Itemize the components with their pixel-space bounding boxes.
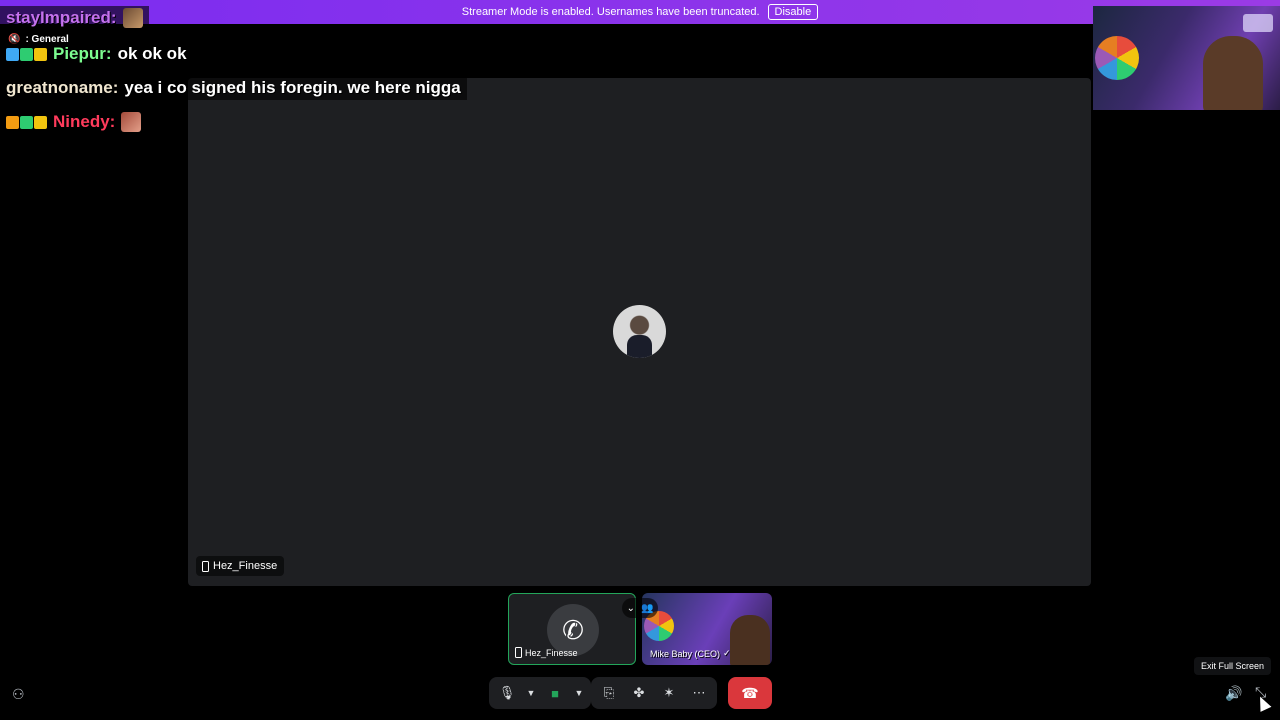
chat-text: ok ok ok [117, 44, 187, 63]
emote-icon [121, 112, 142, 132]
activities-icon[interactable]: ✤ [625, 679, 653, 707]
chevron-down-icon[interactable]: ▼ [523, 679, 539, 707]
more-icon[interactable]: ⋯ [685, 679, 713, 707]
tooltip: Exit Full Screen [1194, 657, 1272, 675]
chevron-down-icon[interactable]: ▼ [571, 679, 587, 707]
mobile-phone-icon [515, 647, 522, 658]
chat-message: stayImpaired: [0, 6, 149, 30]
chat-username: greatnoname: [6, 78, 119, 97]
chat-username: Ninedy: [53, 112, 116, 131]
participant-tile[interactable]: ✆ Hez_Finesse [508, 593, 636, 665]
disable-streamer-mode-button[interactable]: Disable [767, 4, 819, 20]
checkmark-icon: ✓ [723, 648, 731, 658]
volume-icon[interactable]: 🔊 [1225, 685, 1242, 702]
hang-up-icon: ☎ [741, 684, 759, 701]
soundboard-icon[interactable]: ✶ [655, 679, 683, 707]
participant-name-tag: Hez_Finesse [196, 556, 285, 576]
tile-controls: ⌄ 👥 [622, 598, 658, 618]
mouse-cursor [1254, 694, 1272, 712]
tile-label: Mike Baby (CEO) ✓ [650, 648, 731, 659]
streamer-webcam [1093, 6, 1280, 110]
camera-icon[interactable]: ■ [541, 679, 569, 707]
participant-tile[interactable]: Mike Baby (CEO) ✓ [642, 593, 772, 665]
chat-text: yea i co signed his foregin. we here nig… [124, 78, 461, 97]
mobile-phone-icon [202, 560, 209, 572]
participant-avatar[interactable] [613, 305, 666, 358]
chevron-down-icon[interactable]: ⌄ [627, 603, 635, 614]
tile-name: Mike Baby (CEO) [650, 648, 721, 659]
people-icon[interactable]: 👥 [641, 603, 653, 614]
main-video-stage: Hez_Finesse [188, 78, 1091, 586]
participant-name: Hez_Finesse [213, 560, 278, 572]
chat-username: stayImpaired: [6, 8, 117, 27]
call-actions: ⎘ ✤ ✶ ⋯ [591, 677, 717, 709]
emote-icon [122, 8, 143, 28]
chat-message: Ninedy: [0, 110, 148, 134]
tile-label: Hez_Finesse [515, 647, 578, 658]
badges [6, 115, 47, 129]
invite-user-icon[interactable]: ⚇ [12, 686, 25, 703]
chat-message: Piepur: ok ok ok [0, 42, 193, 66]
hang-up-button[interactable]: ☎ [728, 677, 772, 709]
phone-call-icon: ✆ [562, 614, 584, 645]
chat-username: Piepur: [53, 44, 112, 63]
chat-message: greatnoname: yea i co signed his foregin… [0, 76, 467, 100]
tile-name: Hez_Finesse [525, 647, 578, 658]
microphone-icon[interactable]: 🎙 [493, 679, 521, 707]
audio-video-controls: 🎙 ▼ ■ ▼ [489, 677, 591, 709]
screen-share-icon[interactable]: ⎘ [595, 679, 623, 707]
badges [6, 47, 47, 61]
streamer-mode-banner: Streamer Mode is enabled. Usernames have… [0, 0, 1280, 24]
streamer-mode-text: Streamer Mode is enabled. Usernames have… [461, 6, 760, 18]
